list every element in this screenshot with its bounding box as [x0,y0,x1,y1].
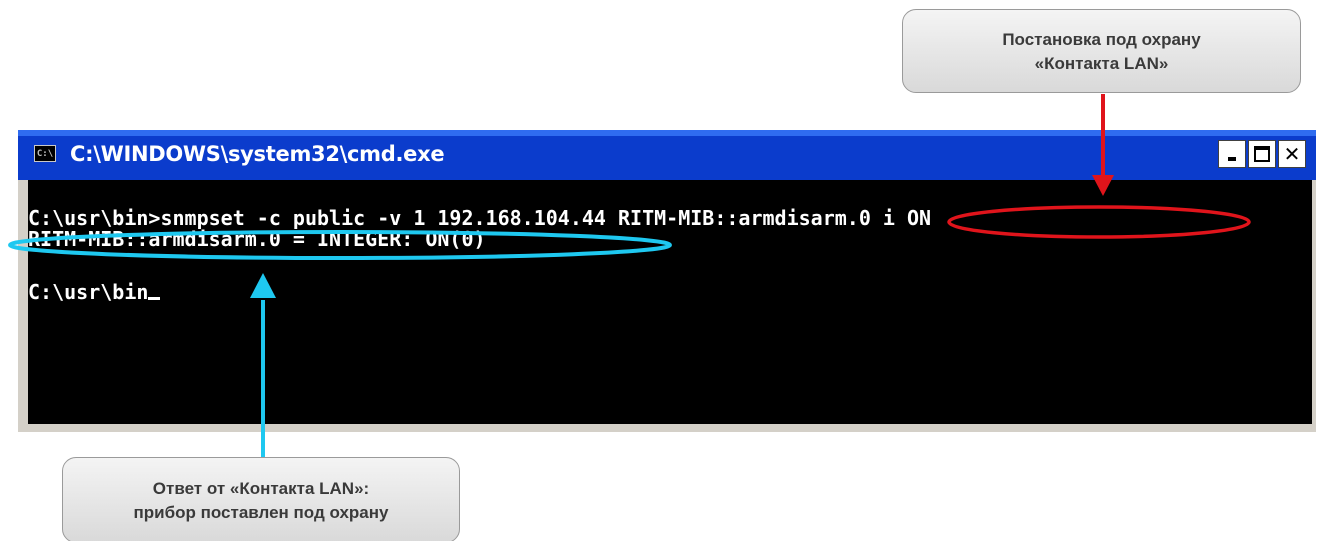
annotation-callout-response: Ответ от «Контакта LAN»: прибор поставле… [62,457,460,541]
callout-arm-line2: «Контакта LAN» [1034,54,1169,73]
close-icon: ✕ [1283,142,1301,166]
window-title: C:\WINDOWS\system32\cmd.exe [70,142,445,166]
maximize-button[interactable] [1248,140,1276,168]
console-line-command: C:\usr\bin>snmpset -c public -v 1 192.16… [28,206,932,230]
console-line-prompt: C:\usr\bin [28,282,1312,303]
maximize-icon [1254,146,1270,162]
text-cursor [148,297,161,300]
annotation-callout-arm: Постановка под охрану «Контакта LAN» [902,9,1301,93]
window-titlebar[interactable]: C:\ C:\WINDOWS\system32\cmd.exe ✕ [18,130,1316,180]
cmd-icon[interactable]: C:\ [34,145,56,162]
close-button[interactable]: ✕ [1278,140,1306,168]
console-output[interactable]: C:\usr\bin>snmpset -c public -v 1 192.16… [28,180,1312,424]
prompt-text: C:\usr\bin [28,280,149,304]
console-line-response: RITM-MIB::armdisarm.0 = INTEGER: ON(0) [28,227,486,251]
callout-response-line2: прибор поставлен под охрану [133,503,389,522]
cmd-window: C:\ C:\WINDOWS\system32\cmd.exe ✕ C:\usr… [18,130,1316,432]
callout-response-line1: Ответ от «Контакта LAN»: [152,479,370,498]
minimize-icon [1228,157,1236,161]
minimize-button[interactable] [1218,140,1246,168]
callout-arm-line1: Постановка под охрану [1002,30,1201,49]
